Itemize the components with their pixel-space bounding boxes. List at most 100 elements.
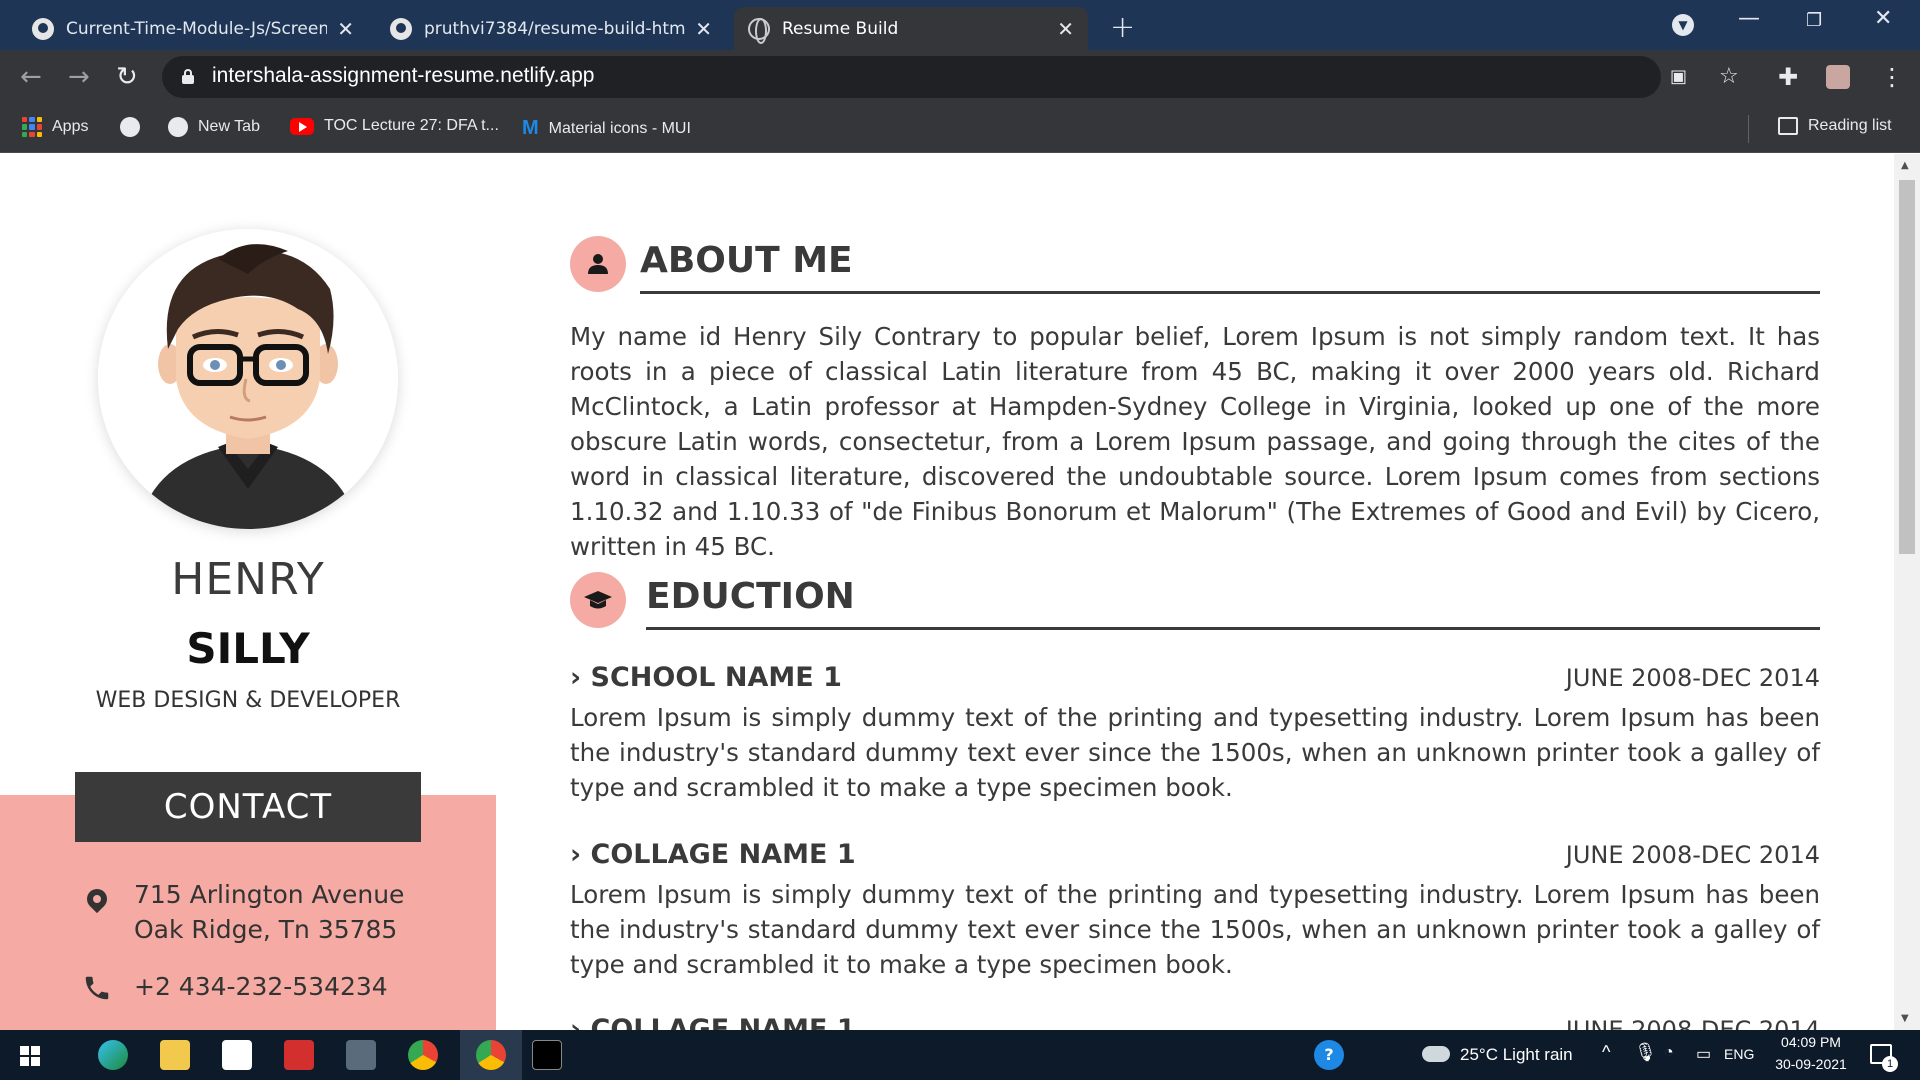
github-icon [32,17,54,40]
address-line-1: 715 Arlington Avenue [134,880,405,909]
help-icon[interactable]: ? [1314,1040,1344,1070]
extensions-icon[interactable]: ✚ [1778,63,1798,91]
resume-sidebar: HENRY SILLY WEB DESIGN & DEVELOPER CONTA… [0,154,496,1030]
page-scrollbar[interactable]: ▲ ▼ [1894,154,1920,1030]
new-tab-button[interactable]: + [1110,10,1135,45]
bookmark-material-icons[interactable]: M Material icons - MUI [522,117,691,140]
education-entry-date: JUNE 2008-DEC 2014 [1565,664,1820,692]
address-bar[interactable]: intershala-assignment-resume.netlify.app… [162,56,1739,98]
store-icon[interactable] [222,1040,252,1070]
about-section-header: ABOUT ME [570,236,1820,296]
bookmark-label: New Tab [198,118,260,135]
tab-current-time-module[interactable]: Current-Time-Module-Js/Screenshot ✕ [18,7,368,50]
education-section-header: EDUCTION [570,572,1820,632]
edge-icon[interactable] [98,1040,128,1070]
close-icon[interactable]: ✕ [695,17,712,41]
chevron-right-icon: › [570,839,591,870]
bookmark-apps[interactable]: Apps [22,117,88,137]
battery-icon[interactable]: ▭ [1696,1044,1711,1064]
close-icon[interactable]: ✕ [1057,17,1074,41]
scroll-down-icon[interactable]: ▼ [1901,1013,1909,1024]
file-explorer-icon[interactable] [160,1040,190,1070]
tab-title: Resume Build [782,18,899,39]
youtube-icon [290,117,314,135]
reading-list-button[interactable]: Reading list [1778,117,1892,135]
tab-title: Current-Time-Module-Js/Screenshot [66,18,328,39]
close-window-icon[interactable]: ✕ [1874,6,1892,31]
language-indicator[interactable]: ENG [1724,1046,1754,1062]
lock-icon [182,69,194,84]
acrobat-icon[interactable] [284,1040,314,1070]
profile-avatar-icon[interactable] [1826,65,1850,89]
contact-heading: CONTACT [75,772,421,842]
about-text: My name id Henry Sily Contrary to popula… [570,322,1820,561]
minimize-icon[interactable]: — [1738,6,1760,31]
education-entry-date: JUNE 2008-DEC 2014 [1565,1016,1820,1030]
education-title: EDUCTION [646,576,855,617]
chevron-up-icon[interactable]: ^ [1602,1042,1610,1063]
bookmark-label: Material icons - MUI [548,119,691,137]
microphone-icon[interactable]: 🎙 [1634,1042,1657,1063]
first-name: HENRY [171,554,325,605]
reading-list-icon [1778,117,1798,135]
weather-text[interactable]: 25°C Light rain [1460,1045,1573,1065]
clock-time[interactable]: 04:09 PM [1776,1034,1846,1050]
photos-icon[interactable] [346,1040,376,1070]
graduation-cap-icon [570,572,626,628]
page-viewport: HENRY SILLY WEB DESIGN & DEVELOPER CONTA… [0,154,1920,1030]
weather-cloud-icon [1422,1046,1450,1062]
tab-resume-build[interactable]: Resume Build ✕ [734,7,1088,50]
phone-icon [82,973,112,1003]
education-entry-text: Lorem Ipsum is simply dummy text of the … [570,880,1820,979]
back-arrow-icon[interactable]: ← [20,62,42,92]
section-divider [646,627,1820,630]
restore-icon[interactable]: ❐ [1806,10,1822,31]
bookmark-toc-lecture[interactable]: TOC Lecture 27: DFA t... [290,117,499,135]
scroll-up-icon[interactable]: ▲ [1901,160,1909,171]
education-entry-name: › COLLAGE NAME 1 [570,1014,856,1030]
notification-count: 1 [1882,1056,1898,1072]
contact-phone: +2 434-232-534234 [82,969,388,1004]
reading-list-label: Reading list [1808,117,1892,134]
reload-icon[interactable]: ↻ [116,62,138,92]
phone-number: +2 434-232-534234 [134,972,388,1001]
windows-taskbar: ? 25°C Light rain ^ 🎙 ◔ ▭ ENG 04:09 PM 3… [0,1030,1920,1080]
bookmark-star-icon[interactable]: ☆ [1719,64,1739,89]
education-entry-header: › COLLAGE NAME 1 JUNE 2008-DEC 2014 [570,1014,1820,1030]
globe-icon [168,117,188,137]
chrome-icon[interactable] [408,1040,438,1070]
education-entry-text: Lorem Ipsum is simply dummy text of the … [570,703,1820,802]
user-icon [570,236,626,292]
education-entry-header: › COLLAGE NAME 1 JUNE 2008-DEC 2014 [570,839,1820,875]
chevron-right-icon: › [570,1014,591,1030]
windows-start-icon[interactable] [20,1046,40,1066]
education-entry-date: JUNE 2008-DEC 2014 [1565,841,1820,869]
chrome-profile-active[interactable] [460,1030,522,1080]
tab-resume-build-html[interactable]: pruthvi7384/resume-build-html: I ha ✕ [376,7,726,50]
bookmark-new-tab[interactable]: New Tab [168,117,260,137]
translate-icon[interactable]: ▣ [1670,66,1687,87]
education-entry-header: › SCHOOL NAME 1 JUNE 2008-DEC 2014 [570,662,1820,698]
mui-icon: M [522,117,539,139]
section-divider [640,291,1820,294]
terminal-icon[interactable] [532,1040,562,1070]
avatar [98,229,398,529]
close-icon[interactable]: ✕ [337,17,354,41]
url-text[interactable]: intershala-assignment-resume.netlify.app [212,64,594,88]
bookmarks-bar: Apps New Tab TOC Lecture 27: DFA t... M … [0,105,1920,153]
clock-date[interactable]: 30-09-2021 [1768,1056,1854,1072]
github-icon [390,17,412,40]
wifi-icon[interactable]: ◔ [1664,1044,1674,1062]
scrollbar-thumb[interactable] [1899,180,1915,554]
last-name: SILLY [186,624,310,673]
address-line-2: Oak Ridge, Tn 35785 [134,915,398,944]
browser-tab-strip: Current-Time-Module-Js/Screenshot ✕ prut… [0,0,1920,50]
forward-arrow-icon[interactable]: → [68,62,90,92]
location-pin-icon [82,881,112,914]
tab-search-icon[interactable]: ▼ [1672,14,1694,36]
divider [1748,115,1749,143]
globe-icon [748,17,770,44]
bookmark-globe[interactable] [120,117,150,137]
bookmark-label: Apps [52,118,89,135]
more-menu-icon[interactable]: ⋮ [1880,63,1904,91]
